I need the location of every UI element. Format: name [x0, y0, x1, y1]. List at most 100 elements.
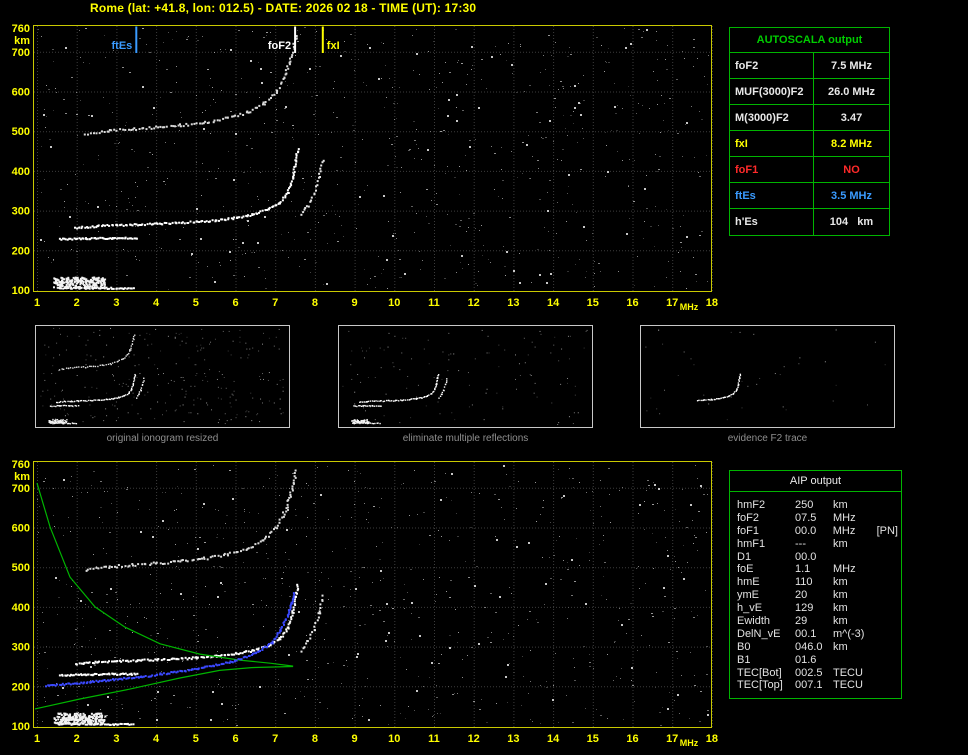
aip-param-note: [877, 576, 898, 589]
aip-param-name: foF2: [737, 512, 795, 525]
aip-row-ymE: ymE20km: [737, 589, 898, 602]
svg-text:5: 5: [193, 733, 199, 745]
aip-param-value: ---: [795, 538, 833, 551]
main-ionogram-plot: 760700600500400300200100km12345678910111…: [0, 0, 728, 318]
aip-param-note: [877, 615, 898, 628]
aip-param-unit: km: [833, 641, 877, 654]
aip-row-foE: foE1.1MHz: [737, 563, 898, 576]
autoscala-row-MUF(3000)F2: MUF(3000)F226.0 MHz: [730, 79, 889, 105]
autoscala-row-fxI: fxI8.2 MHz: [730, 131, 889, 157]
autoscala-param-name: foF2: [730, 53, 814, 78]
svg-text:fxI: fxI: [327, 40, 340, 52]
autoscala-param-name: M(3000)F2: [730, 105, 814, 130]
svg-text:500: 500: [12, 562, 30, 574]
aip-param-value: 29: [795, 615, 833, 628]
aip-param-unit: [833, 551, 877, 564]
svg-text:1: 1: [34, 733, 40, 745]
aip-param-unit: TECU: [833, 679, 877, 692]
svg-text:400: 400: [12, 166, 30, 178]
svg-text:600: 600: [12, 87, 30, 99]
svg-text:200: 200: [12, 245, 30, 257]
aip-param-value: 00.0: [795, 551, 833, 564]
aip-param-value: 07.5: [795, 512, 833, 525]
svg-text:10: 10: [388, 733, 400, 745]
autoscala-param-value: 8.2 MHz: [814, 131, 889, 156]
svg-text:9: 9: [352, 297, 358, 309]
aip-param-name: B0: [737, 641, 795, 654]
svg-text:17: 17: [666, 297, 678, 309]
aip-param-unit: km: [833, 615, 877, 628]
svg-text:11: 11: [428, 733, 440, 745]
svg-text:12: 12: [468, 297, 480, 309]
aip-rows: hmF2250kmfoF207.5MHzfoF100.0MHz[PN]hmF1-…: [730, 492, 901, 698]
aip-param-name: TEC[Bot]: [737, 667, 795, 680]
autoscala-param-value: 104 km: [814, 209, 889, 235]
svg-text:18: 18: [706, 733, 718, 745]
autoscala-row-ftEs: ftEs3.5 MHz: [730, 183, 889, 209]
aip-param-value: 129: [795, 602, 833, 615]
autoscala-param-value: 7.5 MHz: [814, 53, 889, 78]
svg-text:14: 14: [547, 733, 560, 745]
aip-param-value: 110: [795, 576, 833, 589]
svg-text:9: 9: [352, 733, 358, 745]
aip-param-note: [PN]: [877, 525, 898, 538]
svg-text:16: 16: [626, 297, 638, 309]
svg-text:10: 10: [388, 297, 400, 309]
svg-text:2: 2: [74, 297, 80, 309]
aip-param-value: 250: [795, 499, 833, 512]
svg-text:7: 7: [272, 297, 278, 309]
aip-param-unit: TECU: [833, 667, 877, 680]
aip-param-unit: MHz: [833, 563, 877, 576]
svg-text:300: 300: [12, 642, 30, 654]
svg-text:16: 16: [626, 733, 638, 745]
aip-row-TEC[Bot]: TEC[Bot]002.5TECU: [737, 667, 898, 680]
aip-param-unit: km: [833, 589, 877, 602]
aip-param-value: 00.0: [795, 525, 833, 538]
aip-param-value: 20: [795, 589, 833, 602]
aip-param-name: foF1: [737, 525, 795, 538]
aip-param-value: 046.0: [795, 641, 833, 654]
svg-text:100: 100: [12, 721, 30, 733]
svg-text:7: 7: [272, 733, 278, 745]
thumbnail-original-ionogram: [35, 325, 290, 428]
svg-text:600: 600: [12, 523, 30, 535]
autoscala-param-value: 3.47: [814, 105, 889, 130]
aip-row-B0: B0046.0km: [737, 641, 898, 654]
profile-ionogram-plot: 760700600500400300200100km12345678910111…: [0, 436, 728, 754]
svg-text:760: 760: [12, 459, 30, 471]
aip-row-B1: B101.6: [737, 654, 898, 667]
aip-param-value: 002.5: [795, 667, 833, 680]
aip-param-unit: km: [833, 576, 877, 589]
svg-text:12: 12: [468, 733, 480, 745]
svg-text:MHz: MHz: [680, 302, 699, 312]
aip-row-TEC[Top]: TEC[Top]007.1TECU: [737, 679, 898, 692]
aip-param-unit: km: [833, 602, 877, 615]
autoscala-param-value: 26.0 MHz: [814, 79, 889, 104]
svg-text:6: 6: [232, 297, 238, 309]
aip-param-value: 1.1: [795, 563, 833, 576]
svg-text:MHz: MHz: [680, 738, 699, 748]
thumbnail-eliminate-multiples: [338, 325, 593, 428]
aip-param-name: ymE: [737, 589, 795, 602]
svg-text:13: 13: [507, 297, 519, 309]
aip-param-note: [877, 551, 898, 564]
aip-param-unit: km: [833, 538, 877, 551]
aip-param-note: [877, 589, 898, 602]
aip-param-note: [877, 628, 898, 641]
svg-text:400: 400: [12, 602, 30, 614]
svg-text:200: 200: [12, 681, 30, 693]
autoscala-row-h'Es: h'Es104 km: [730, 209, 889, 235]
svg-text:2: 2: [74, 733, 80, 745]
aip-param-name: hmE: [737, 576, 795, 589]
svg-text:8: 8: [312, 297, 318, 309]
aip-output-panel: AIP output hmF2250kmfoF207.5MHzfoF100.0M…: [729, 470, 902, 699]
aip-param-unit: MHz: [833, 512, 877, 525]
autoscala-param-name: ftEs: [730, 183, 814, 208]
svg-text:14: 14: [547, 297, 560, 309]
svg-text:1: 1: [34, 297, 40, 309]
aip-row-hmE: hmE110km: [737, 576, 898, 589]
aip-row-D1: D100.0: [737, 551, 898, 564]
aip-panel-title: AIP output: [730, 471, 901, 492]
aip-row-hmF2: hmF2250km: [737, 499, 898, 512]
svg-text:700: 700: [12, 483, 30, 495]
